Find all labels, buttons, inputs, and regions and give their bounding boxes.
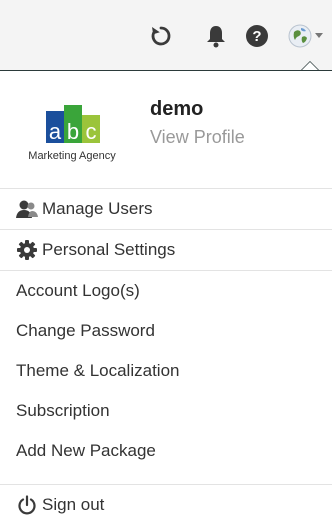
- manage-users-label: Manage Users: [42, 199, 153, 218]
- view-profile-link[interactable]: View Profile: [150, 127, 245, 148]
- gear-icon: [16, 239, 38, 261]
- user-dropdown-menu: a b c Marketing Agency demo View Profile…: [0, 70, 332, 525]
- power-icon: [16, 494, 38, 516]
- change-password-item[interactable]: Change Password: [0, 311, 332, 351]
- refresh-icon[interactable]: [148, 23, 174, 49]
- theme-localization-label: Theme & Localization: [16, 361, 180, 380]
- sign-out-label: Sign out: [42, 495, 105, 514]
- add-new-package-item[interactable]: Add New Package: [0, 431, 332, 471]
- svg-text:a: a: [49, 119, 62, 144]
- svg-text:c: c: [86, 119, 97, 144]
- change-password-label: Change Password: [16, 321, 155, 340]
- subscription-item[interactable]: Subscription: [0, 391, 332, 431]
- svg-text:?: ?: [252, 28, 261, 45]
- avatar-globe-icon: [288, 24, 311, 48]
- username: demo: [150, 98, 204, 120]
- help-icon[interactable]: ?: [244, 23, 270, 49]
- company-logo: a b c Marketing Agency: [22, 101, 130, 165]
- manage-users-item[interactable]: Manage Users: [0, 189, 332, 229]
- theme-localization-item[interactable]: Theme & Localization: [0, 351, 332, 391]
- profile-header: a b c Marketing Agency demo View Profile: [0, 71, 332, 189]
- svg-text:Marketing Agency: Marketing Agency: [28, 150, 116, 162]
- top-bar: ?: [0, 0, 332, 70]
- sign-out-item[interactable]: Sign out: [0, 485, 332, 525]
- dropdown-caret: [301, 61, 319, 70]
- add-new-package-label: Add New Package: [16, 441, 156, 460]
- subscription-label: Subscription: [16, 401, 110, 420]
- avatar-button[interactable]: [287, 23, 323, 49]
- bell-icon[interactable]: [203, 23, 229, 49]
- users-icon: [16, 198, 38, 220]
- svg-text:b: b: [67, 119, 79, 144]
- account-logo-label: Account Logo(s): [16, 281, 140, 300]
- chevron-down-icon: [314, 33, 323, 38]
- personal-settings-label: Personal Settings: [42, 240, 176, 259]
- account-logo-item[interactable]: Account Logo(s): [0, 271, 332, 311]
- personal-settings-item[interactable]: Personal Settings: [0, 230, 332, 270]
